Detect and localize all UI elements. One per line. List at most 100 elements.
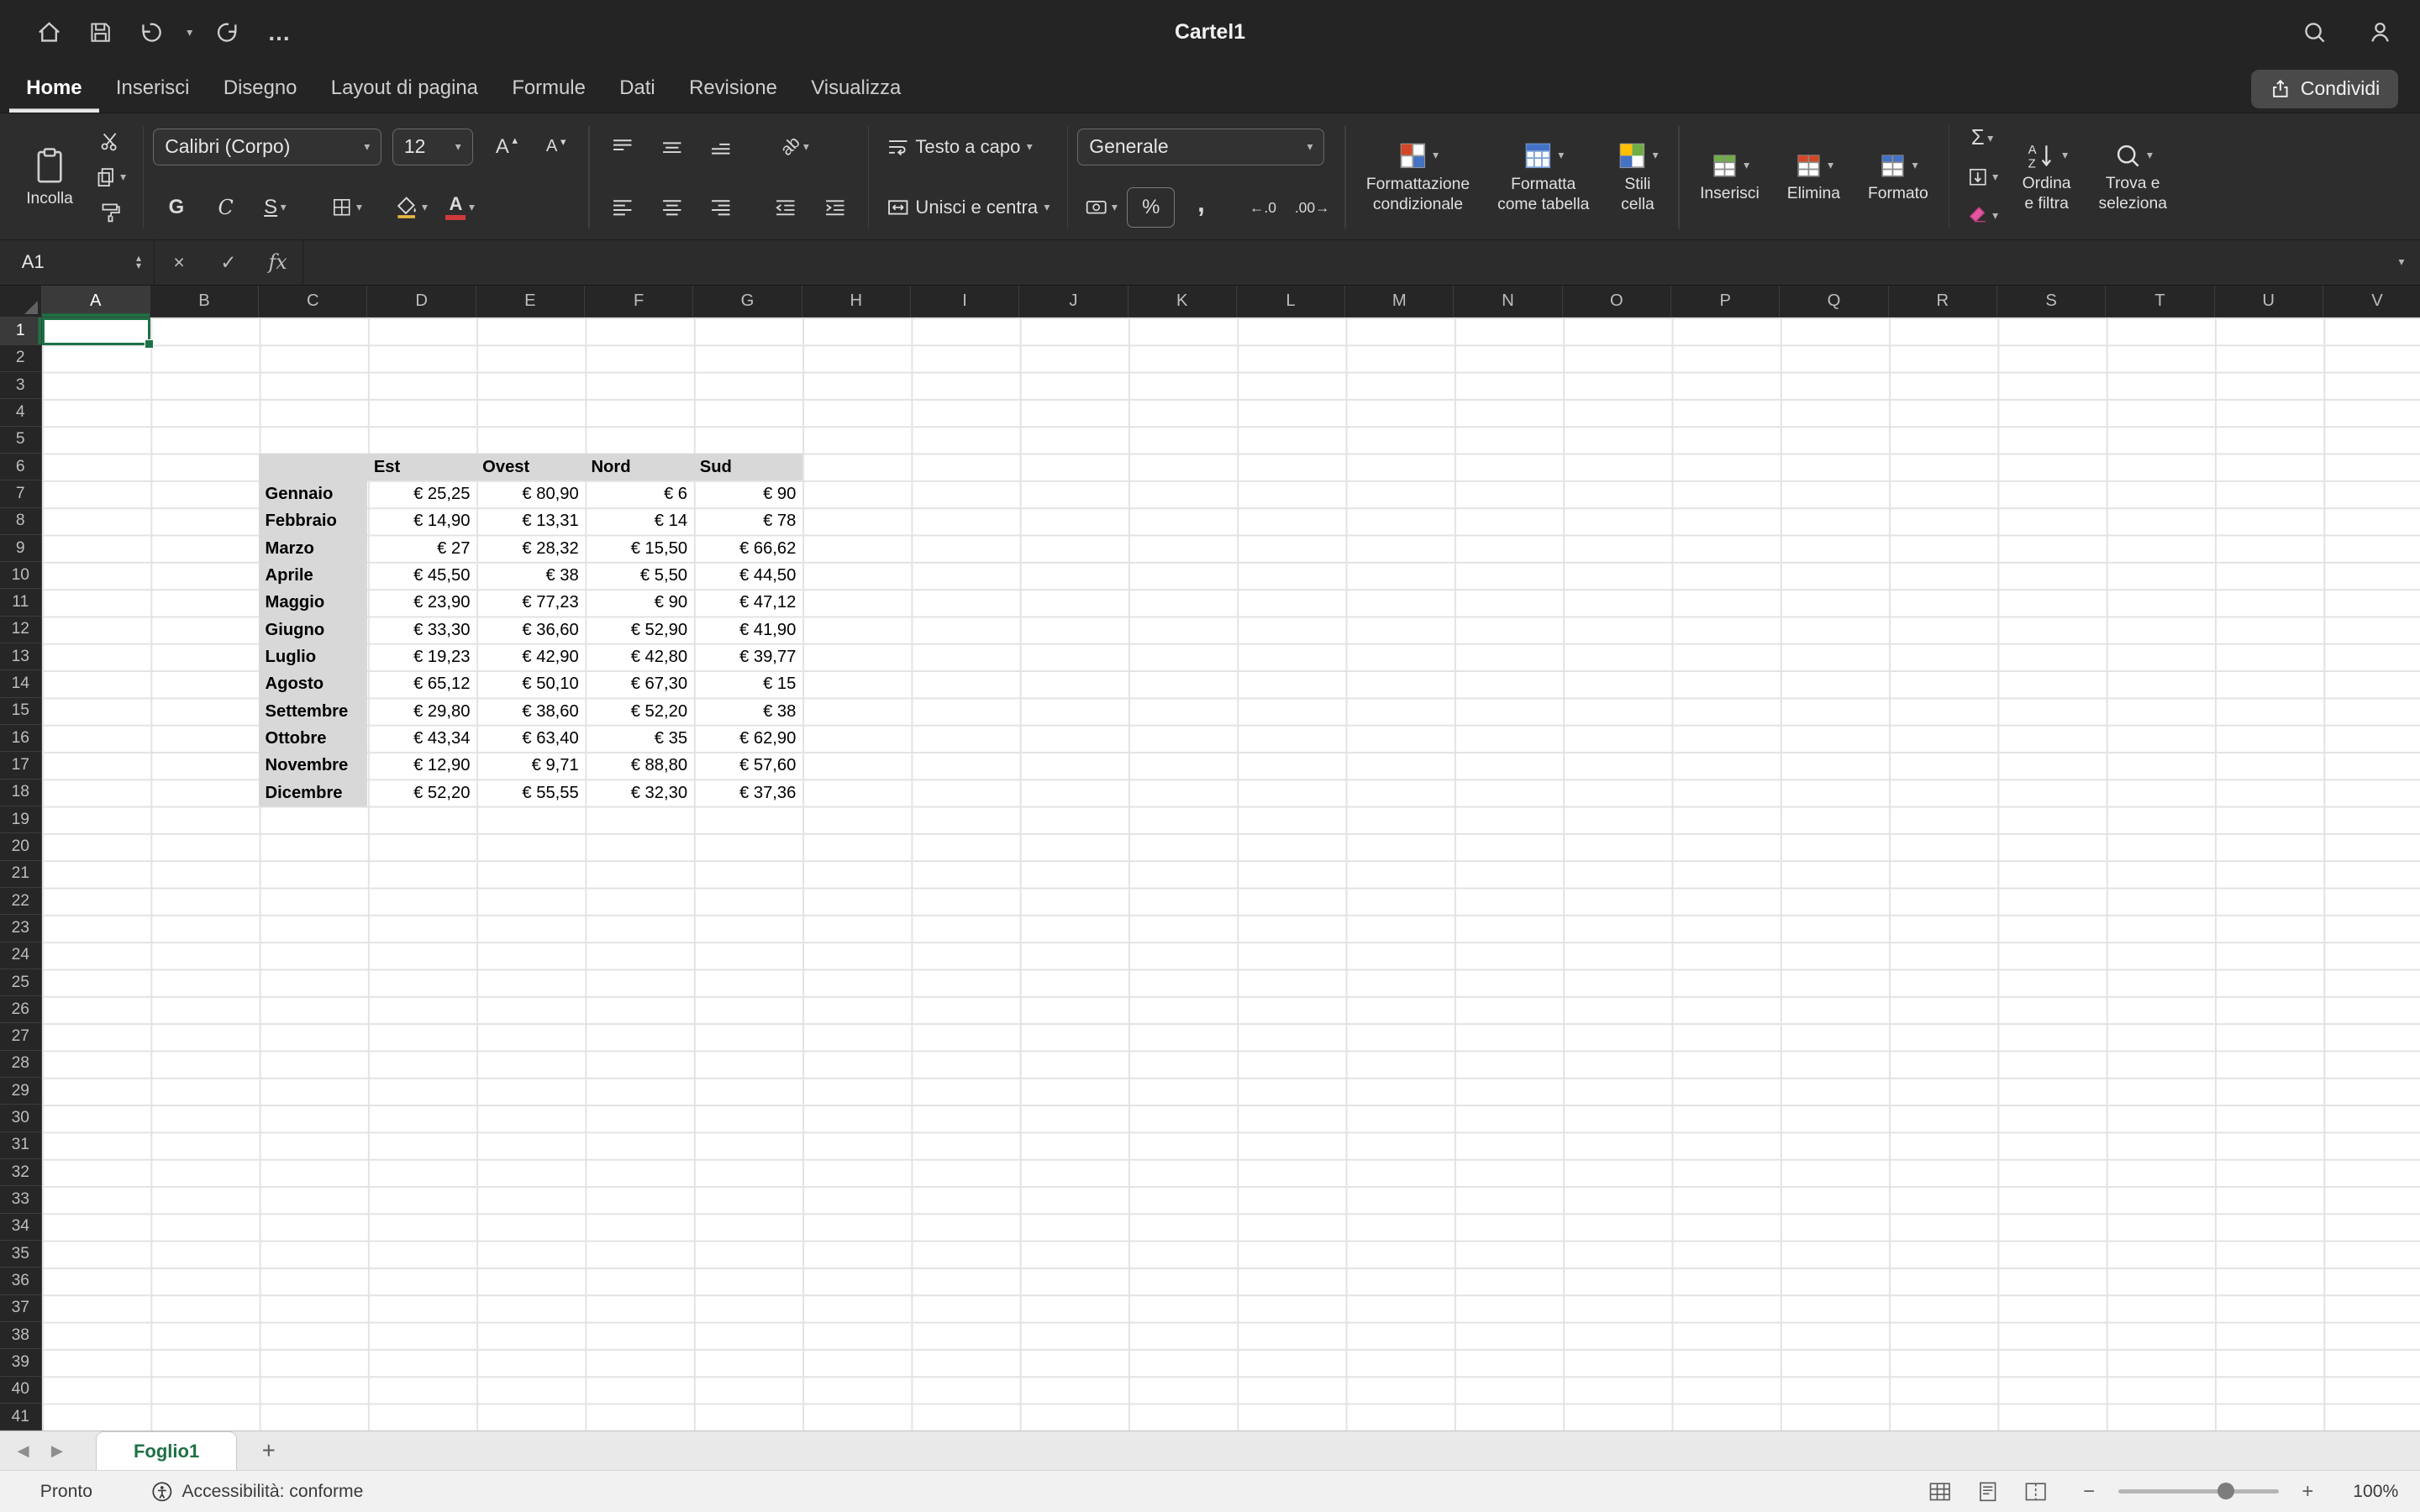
delete-cells-button[interactable]: ▾ Elimina (1776, 148, 1851, 207)
insert-cells-button[interactable]: ▾ Inserisci (1689, 148, 1770, 207)
page-layout-view-button[interactable] (1975, 1481, 2000, 1503)
cell-C17[interactable]: Novembre (259, 753, 367, 780)
name-box-spinner[interactable]: ▴ ▾ (136, 255, 141, 270)
column-header-B[interactable]: B (150, 286, 259, 318)
cell-F8[interactable]: € 14 (585, 508, 693, 535)
align-bottom-button[interactable] (698, 128, 744, 166)
cell-E16[interactable]: € 63,40 (476, 725, 585, 752)
zoom-out-button[interactable]: − (2083, 1480, 2095, 1504)
column-header-K[interactable]: K (1128, 286, 1237, 318)
cell-F16[interactable]: € 35 (585, 725, 693, 752)
selection-box[interactable] (42, 318, 150, 344)
row-header-12[interactable]: 12 (0, 617, 41, 643)
row-header-14[interactable]: 14 (0, 670, 41, 697)
fill-button[interactable]: ▾ (1959, 160, 2005, 194)
cell-C18[interactable]: Dicembre (259, 780, 367, 806)
cell-G6[interactable]: Sud (693, 454, 802, 480)
column-header-V[interactable]: V (2323, 286, 2420, 318)
cell-F6[interactable]: Nord (585, 454, 693, 480)
row-header-21[interactable]: 21 (0, 861, 41, 888)
row-header-20[interactable]: 20 (0, 833, 41, 860)
cell-C9[interactable]: Marzo (259, 535, 367, 562)
copy-button[interactable]: ▾ (87, 159, 133, 195)
zoom-in-button[interactable]: + (2302, 1480, 2313, 1504)
column-header-L[interactable]: L (1237, 286, 1345, 318)
column-header-R[interactable]: R (1889, 286, 1997, 318)
cancel-button[interactable]: × (155, 240, 204, 285)
column-header-J[interactable]: J (1019, 286, 1128, 318)
decrease-indent-button[interactable] (763, 188, 809, 227)
column-header-F[interactable]: F (585, 286, 693, 318)
row-header-32[interactable]: 32 (0, 1159, 41, 1186)
sort-filter-button[interactable]: AZ ▾ Ordina e filtra (2012, 138, 2082, 217)
align-center-button[interactable] (649, 188, 695, 227)
cell-D6[interactable]: Est (367, 454, 476, 480)
column-header-C[interactable]: C (259, 286, 367, 318)
percent-format-button[interactable]: % (1127, 187, 1175, 228)
column-header-O[interactable]: O (1563, 286, 1671, 318)
row-header-3[interactable]: 3 (0, 372, 41, 399)
cell-E11[interactable]: € 77,23 (476, 590, 585, 617)
cell-D15[interactable]: € 29,80 (367, 698, 476, 725)
cell-G13[interactable]: € 39,77 (693, 643, 802, 670)
increase-decimal-button[interactable]: ←.0 (1239, 188, 1286, 227)
column-header-N[interactable]: N (1454, 286, 1562, 318)
cell-E10[interactable]: € 38 (476, 562, 585, 589)
cell-F14[interactable]: € 67,30 (585, 671, 693, 698)
formula-input[interactable] (302, 240, 2383, 285)
format-painter-button[interactable] (87, 195, 133, 231)
currency-format-button[interactable]: ▾ (1077, 188, 1123, 227)
row-header-26[interactable]: 26 (0, 996, 41, 1023)
column-header-Q[interactable]: Q (1780, 286, 1888, 318)
cut-button[interactable] (87, 123, 133, 160)
row-header-19[interactable]: 19 (0, 806, 41, 833)
name-box[interactable]: A1 ▴ ▾ (0, 240, 155, 285)
row-header-37[interactable]: 37 (0, 1295, 41, 1322)
row-header-30[interactable]: 30 (0, 1105, 41, 1131)
bold-button[interactable]: G (153, 188, 199, 227)
row-header-9[interactable]: 9 (0, 535, 41, 562)
cell-G15[interactable]: € 38 (693, 698, 802, 725)
prev-sheet-arrow[interactable]: ◀ (6, 1441, 39, 1460)
more-commands-icon[interactable]: … (264, 17, 295, 48)
comma-format-button[interactable]: , (1178, 188, 1224, 227)
tab-inserisci[interactable]: Inserisci (99, 67, 207, 113)
cell-D12[interactable]: € 33,30 (367, 617, 476, 643)
save-icon[interactable] (85, 17, 116, 48)
cell-C8[interactable]: Febbraio (259, 508, 367, 535)
normal-view-button[interactable] (1928, 1481, 1952, 1503)
cell-E9[interactable]: € 28,32 (476, 535, 585, 562)
cell-F15[interactable]: € 52,20 (585, 698, 693, 725)
underline-button[interactable]: S ▾ (252, 188, 298, 227)
tab-formule[interactable]: Formule (495, 67, 602, 113)
cell-E6[interactable]: Ovest (476, 454, 585, 480)
row-header-22[interactable]: 22 (0, 888, 41, 915)
cell-G14[interactable]: € 15 (693, 671, 802, 698)
row-header-17[interactable]: 17 (0, 752, 41, 779)
borders-button[interactable]: ▾ (323, 188, 369, 227)
column-header-U[interactable]: U (2215, 286, 2323, 318)
column-header-G[interactable]: G (693, 286, 802, 318)
cell-E14[interactable]: € 50,10 (476, 671, 585, 698)
cell-G10[interactable]: € 44,50 (693, 562, 802, 589)
cell-F12[interactable]: € 52,90 (585, 617, 693, 643)
cell-G12[interactable]: € 41,90 (693, 617, 802, 643)
cell-C15[interactable]: Settembre (259, 698, 367, 725)
grow-font-button[interactable]: A▴ (483, 128, 529, 166)
row-header-16[interactable]: 16 (0, 725, 41, 752)
cell-D7[interactable]: € 25,25 (367, 480, 476, 507)
row-header-13[interactable]: 13 (0, 643, 41, 670)
row-header-7[interactable]: 7 (0, 480, 41, 507)
redo-icon[interactable] (213, 17, 244, 48)
align-right-button[interactable] (698, 188, 744, 227)
column-header-A[interactable]: A (42, 286, 150, 318)
cell-C7[interactable]: Gennaio (259, 480, 367, 507)
cell-G11[interactable]: € 47,12 (693, 590, 802, 617)
cell-G17[interactable]: € 57,60 (693, 753, 802, 780)
tab-home[interactable]: Home (9, 67, 99, 113)
sheet-tab-foglio1[interactable]: Foglio1 (96, 1431, 237, 1470)
column-header-H[interactable]: H (802, 286, 911, 318)
font-size-select[interactable]: 12 ▾ (392, 129, 473, 165)
row-header-28[interactable]: 28 (0, 1051, 41, 1078)
fill-color-button[interactable]: ▾ (387, 188, 434, 227)
